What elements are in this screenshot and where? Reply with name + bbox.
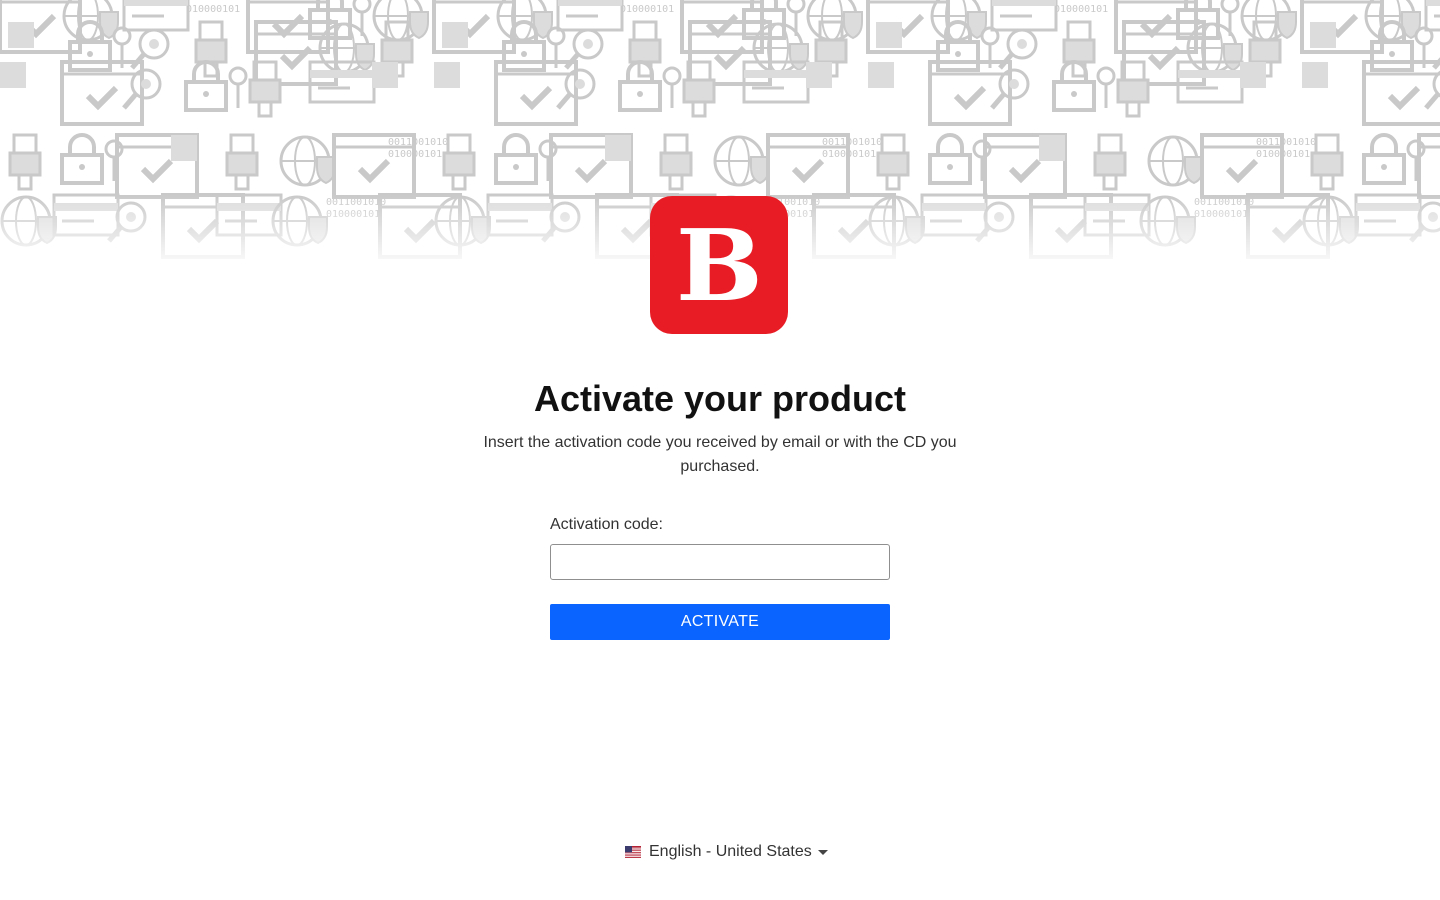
svg-text:0011001010: 0011001010 (822, 137, 882, 148)
activate-button[interactable]: ACTIVATE (550, 604, 890, 640)
svg-text:010000101: 010000101 (1054, 4, 1108, 15)
svg-text:0011001010: 0011001010 (186, 0, 246, 3)
us-flag-icon (625, 846, 641, 858)
svg-text:0011001010: 0011001010 (1054, 0, 1114, 3)
svg-text:010000101: 010000101 (620, 4, 674, 15)
svg-text:0011001010: 0011001010 (620, 0, 680, 3)
svg-text:0011001010: 0011001010 (1194, 197, 1254, 208)
page-subtitle: Insert the activation code you received … (483, 434, 957, 475)
language-selector[interactable]: English - United States (625, 840, 828, 864)
activation-code-input[interactable] (550, 544, 890, 580)
svg-text:0011001010: 0011001010 (1256, 137, 1316, 148)
svg-text:0011001010: 0011001010 (388, 137, 448, 148)
bitdefender-logo: B (650, 196, 788, 334)
svg-text:010000101: 010000101 (326, 209, 380, 220)
svg-text:010000101: 010000101 (822, 149, 876, 160)
svg-text:010000101: 010000101 (1256, 149, 1310, 160)
svg-text:010000101: 010000101 (1194, 209, 1248, 220)
svg-text:010000101: 010000101 (388, 149, 442, 160)
activation-page: 0011001010010000101001100101001000010100… (0, 0, 1440, 900)
page-title: Activate your product (533, 378, 907, 419)
chevron-down-icon (817, 849, 828, 855)
svg-text:010000101: 010000101 (186, 4, 240, 15)
logo-letter: B (675, 209, 763, 324)
language-label: English - United States (649, 843, 812, 860)
activation-code-label: Activation code: (550, 516, 663, 533)
svg-text:0011001010: 0011001010 (326, 197, 386, 208)
